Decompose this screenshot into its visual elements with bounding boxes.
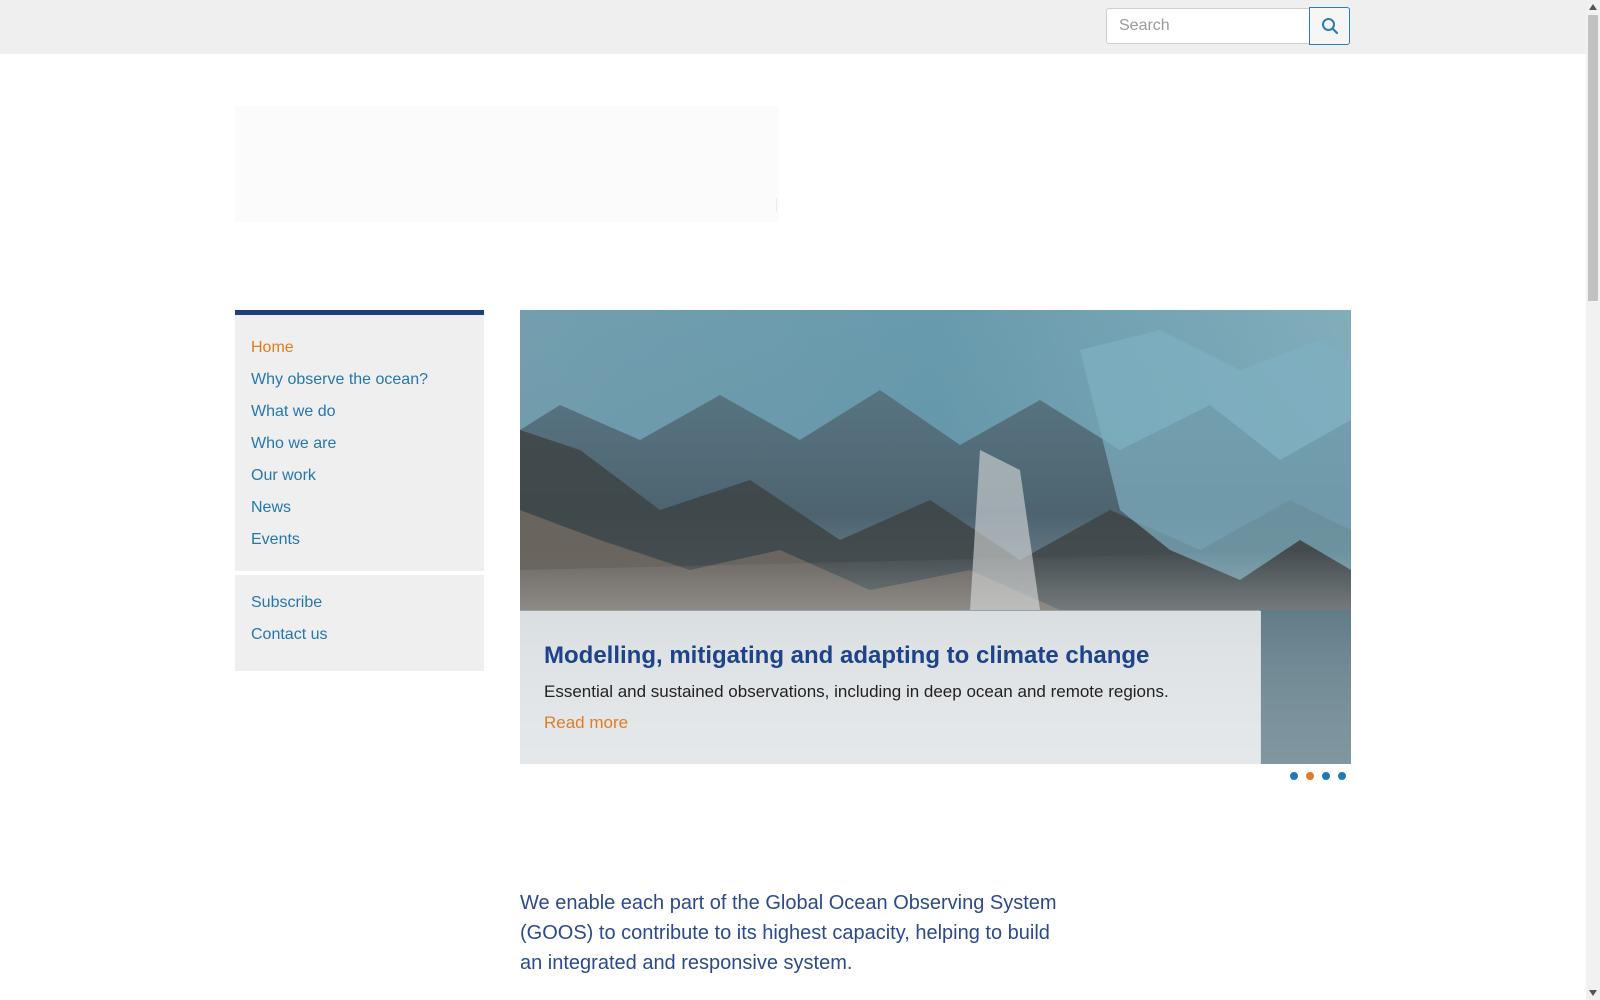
scrollbar-thumb[interactable] — [1588, 15, 1598, 301]
carousel-dot[interactable] — [1338, 772, 1346, 780]
nav-item-why-observe[interactable]: Why observe the ocean? — [251, 371, 428, 388]
nav-item-events[interactable]: Events — [251, 531, 300, 548]
carousel-dot[interactable] — [1290, 772, 1298, 780]
nav-item-our-work[interactable]: Our work — [251, 467, 316, 484]
carousel-indicators — [1290, 772, 1346, 780]
top-bar — [0, 0, 1586, 54]
logo-divider — [776, 198, 777, 212]
nav-item-home[interactable]: Home — [251, 339, 294, 356]
search-input[interactable] — [1106, 8, 1309, 44]
hero-caption: Modelling, mitigating and adapting to cl… — [520, 611, 1261, 764]
search-form — [1106, 7, 1350, 46]
main-nav: Home Why observe the ocean? What we do W… — [235, 310, 484, 571]
secondary-nav: Subscribe Contact us — [235, 575, 484, 671]
hero-description: Essential and sustained observations, in… — [544, 682, 1169, 701]
nav-item-news[interactable]: News — [251, 499, 291, 516]
nav-item-subscribe[interactable]: Subscribe — [251, 594, 322, 611]
nav-item-what-we-do[interactable]: What we do — [251, 403, 335, 420]
nav-item-contact-us[interactable]: Contact us — [251, 626, 327, 643]
search-icon — [1321, 18, 1338, 35]
search-button[interactable] — [1309, 7, 1350, 45]
scroll-up-icon[interactable] — [1589, 4, 1597, 10]
intro-text: We enable each part of the Global Ocean … — [520, 892, 1057, 974]
read-more-link[interactable]: Read more — [544, 713, 628, 733]
nav-item-who-we-are[interactable]: Who we are — [251, 435, 336, 452]
hero-title[interactable]: Modelling, mitigating and adapting to cl… — [544, 641, 1237, 671]
page-scrollbar[interactable] — [1586, 0, 1600, 1000]
carousel-dot-active[interactable] — [1306, 772, 1314, 780]
scroll-down-icon[interactable] — [1589, 990, 1597, 996]
site-logo[interactable] — [235, 106, 779, 222]
hero-carousel: Modelling, mitigating and adapting to cl… — [520, 310, 1351, 764]
carousel-dot[interactable] — [1322, 772, 1330, 780]
